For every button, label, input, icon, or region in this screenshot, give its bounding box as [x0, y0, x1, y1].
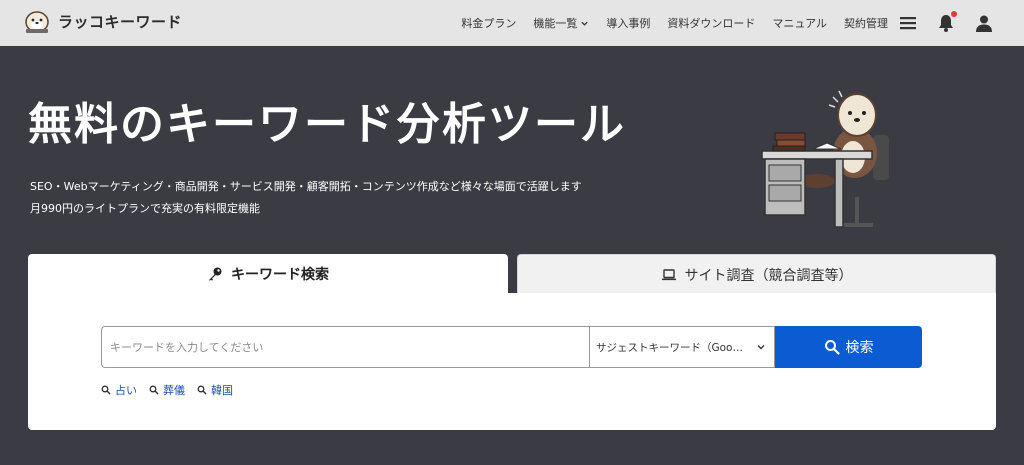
nav-download[interactable]: 資料ダウンロード	[667, 15, 755, 31]
chevron-down-icon	[757, 345, 765, 350]
search-icon	[824, 340, 840, 355]
suggested-keywords: 占い 葬儀 韓国	[101, 382, 233, 398]
search-icon	[197, 385, 207, 395]
main-nav: 料金プラン 機能一覧 導入事例 資料ダウンロード マニュアル 契約管理	[461, 0, 888, 46]
tab-keyword-search[interactable]: キーワード検索	[28, 254, 508, 294]
nav-features-label: 機能一覧	[533, 17, 578, 30]
top-bar: ラッコキーワード 料金プラン 機能一覧 導入事例 資料ダウンロード マニュアル …	[0, 0, 1024, 46]
hero-plan-note: 月990円のライトプランで充実の有料限定機能	[30, 202, 260, 215]
nav-manual[interactable]: マニュアル	[772, 15, 827, 31]
nav-pricing[interactable]: 料金プラン	[461, 15, 516, 31]
suggested-keyword-label: 韓国	[211, 384, 233, 397]
search-button-label: 検索	[845, 340, 874, 356]
chevron-down-icon	[581, 21, 588, 26]
logo-text: ラッコキーワード	[58, 12, 183, 31]
search-button[interactable]: 検索	[775, 326, 922, 368]
search-icon	[101, 385, 111, 395]
search-mode-value: サジェストキーワード（Google）	[596, 341, 746, 354]
keyword-input[interactable]	[101, 326, 589, 368]
notifications-button[interactable]	[936, 11, 957, 33]
tab-site-research[interactable]: サイト調査（競合調査等）	[517, 254, 996, 294]
search-panel: サジェストキーワード（Google） 検索 占い 葬儀 韓国	[28, 293, 996, 430]
suggested-keyword-label: 占い	[115, 384, 137, 397]
nav-features[interactable]: 機能一覧	[533, 15, 589, 31]
tab-site-research-label: サイト調査（競合調査等）	[684, 267, 853, 284]
user-icon	[976, 15, 992, 32]
search-form: サジェストキーワード（Google） 検索	[101, 326, 923, 368]
otter-at-desk-illustration	[761, 90, 889, 228]
logo[interactable]: ラッコキーワード	[22, 8, 182, 34]
otter-logo-icon	[25, 11, 49, 33]
menu-icon	[900, 17, 916, 30]
nav-contract[interactable]: 契約管理	[844, 15, 888, 31]
nav-case-studies[interactable]: 導入事例	[606, 15, 650, 31]
menu-button[interactable]	[898, 13, 918, 33]
header-icons	[898, 0, 994, 46]
suggested-keyword[interactable]: 葬儀	[149, 382, 185, 398]
suggested-keyword-label: 葬儀	[163, 384, 185, 397]
hero-subtitle: SEO・Webマーケティング・商品開発・サービス開発・顧客開拓・コンテンツ作成な…	[30, 180, 582, 193]
search-icon	[149, 385, 159, 395]
search-mode-select[interactable]: サジェストキーワード（Google）	[589, 326, 775, 368]
laptop-icon	[661, 268, 676, 280]
suggested-keyword[interactable]: 韓国	[197, 382, 233, 398]
tab-keyword-search-label: キーワード検索	[231, 267, 329, 283]
suggested-keyword[interactable]: 占い	[101, 382, 137, 398]
key-icon	[209, 267, 222, 281]
hero-title: 無料のキーワード分析ツール	[28, 99, 626, 150]
notification-badge	[951, 11, 957, 17]
account-button[interactable]	[974, 13, 994, 33]
